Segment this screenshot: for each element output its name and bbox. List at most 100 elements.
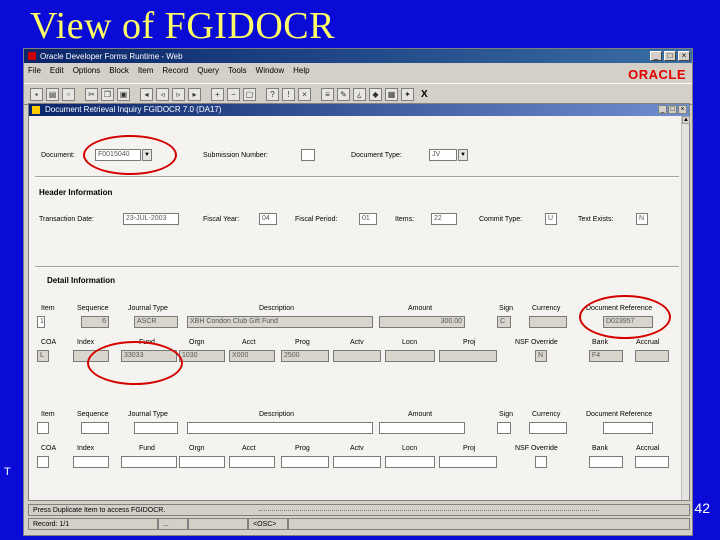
currency-field-2[interactable] xyxy=(529,422,567,434)
accrual-field[interactable] xyxy=(635,350,669,362)
form-maximize-button[interactable]: □ xyxy=(668,105,677,114)
document-type-dropdown-icon[interactable]: ▼ xyxy=(458,149,468,161)
col-proj-2: Proj xyxy=(463,445,476,452)
sequence-field-2[interactable] xyxy=(81,422,109,434)
next-record-icon[interactable]: ▹ xyxy=(172,87,185,101)
description-field-2[interactable] xyxy=(187,422,373,434)
window-title: Oracle Developer Forms Runtime - Web xyxy=(40,51,183,61)
item-field[interactable]: 1 xyxy=(37,316,45,328)
journal-type-field[interactable]: ASCR xyxy=(134,316,178,328)
menu-bar: File Edit Options Block Item Record Quer… xyxy=(24,63,692,82)
menu-block[interactable]: Block xyxy=(109,66,129,75)
minimize-button[interactable]: _ xyxy=(650,51,662,61)
oracle-app-icon xyxy=(28,52,36,60)
paste-icon[interactable]: ▣ xyxy=(117,87,130,101)
amount-field[interactable]: 300.00 xyxy=(379,316,465,328)
options-icon[interactable]: ◆ xyxy=(369,87,382,101)
index-field-2[interactable] xyxy=(73,456,109,468)
proj-field[interactable] xyxy=(439,350,497,362)
scroll-up-icon[interactable]: ▲ xyxy=(682,116,690,124)
submission-number-field[interactable] xyxy=(301,149,315,161)
previous-block-icon[interactable]: ◂ xyxy=(140,87,153,101)
form-minimize-button[interactable]: _ xyxy=(658,105,667,114)
actv-field[interactable] xyxy=(333,350,381,362)
copy-icon[interactable]: ❐ xyxy=(101,87,114,101)
currency-field[interactable] xyxy=(529,316,567,328)
next-block-icon[interactable]: ▸ xyxy=(188,87,201,101)
menu-options[interactable]: Options xyxy=(73,66,101,75)
col-prog-2: Prog xyxy=(295,445,310,452)
col-journal-type: Journal Type xyxy=(128,305,168,312)
commit-type-field[interactable]: U xyxy=(545,213,557,225)
form-titlebar[interactable]: Document Retrieval Inquiry FGIDOCR 7.0 (… xyxy=(29,104,689,116)
acct-field[interactable]: X000 xyxy=(229,350,275,362)
description-field[interactable]: XBH Condon Club Gift Fund xyxy=(187,316,373,328)
col-proj: Proj xyxy=(463,339,476,346)
items-field[interactable]: 22 xyxy=(431,213,457,225)
sign-field-2[interactable] xyxy=(497,422,511,434)
execute-query-icon[interactable]: ! xyxy=(282,87,295,101)
document-type-field[interactable]: JV xyxy=(429,149,457,161)
col-amount: Amount xyxy=(408,305,433,312)
prog-field-2[interactable] xyxy=(281,456,329,468)
locn-field[interactable] xyxy=(385,350,435,362)
clear-record-icon[interactable]: ▢ xyxy=(243,87,256,101)
nsf-override-field[interactable]: N xyxy=(535,350,547,362)
menu-help[interactable]: Help xyxy=(293,66,309,75)
save-icon[interactable]: ▪ xyxy=(30,87,43,101)
accrual-field-2[interactable] xyxy=(635,456,669,468)
edit-icon[interactable]: ✎ xyxy=(337,87,350,101)
fund-field-2[interactable] xyxy=(121,456,177,468)
close-form-icon[interactable]: X xyxy=(421,89,428,100)
text-exists-field[interactable]: N xyxy=(636,213,648,225)
proj-field-2[interactable] xyxy=(439,456,497,468)
cut-icon[interactable]: ✂ xyxy=(85,87,98,101)
menu-query[interactable]: Query xyxy=(197,66,219,75)
menu-item[interactable]: Item xyxy=(138,66,154,75)
amount-field-2[interactable] xyxy=(379,422,465,434)
bank-field[interactable]: F4 xyxy=(589,350,623,362)
help-icon[interactable]: ¿ xyxy=(353,87,366,101)
record-indicator: Record: 1/1 xyxy=(28,518,158,530)
cancel-query-icon[interactable]: × xyxy=(298,87,311,101)
coa-field-2[interactable] xyxy=(37,456,49,468)
header-information-heading: Header Information xyxy=(39,188,113,197)
col-bank-2: Bank xyxy=(592,445,608,452)
form-close-button[interactable]: × xyxy=(678,105,687,114)
acct-field-2[interactable] xyxy=(229,456,275,468)
nsf-override-field-2[interactable] xyxy=(535,456,547,468)
fiscal-period-field[interactable]: 01 xyxy=(359,213,377,225)
menu-window[interactable]: Window xyxy=(256,66,284,75)
tools-icon[interactable]: ✦ xyxy=(401,87,414,101)
sign-field[interactable]: C xyxy=(497,316,511,328)
locn-field-2[interactable] xyxy=(385,456,435,468)
menu-edit[interactable]: Edit xyxy=(50,66,64,75)
fiscal-year-field[interactable]: 04 xyxy=(259,213,277,225)
list-icon[interactable]: ≡ xyxy=(321,87,334,101)
menu-tools[interactable]: Tools xyxy=(228,66,247,75)
item-field-2[interactable] xyxy=(37,422,49,434)
calendar-icon[interactable]: ▦ xyxy=(385,87,398,101)
document-reference-field-2[interactable] xyxy=(603,422,653,434)
orgn-field-2[interactable] xyxy=(179,456,225,468)
close-button[interactable]: × xyxy=(678,51,690,61)
previous-record-icon[interactable]: ◃ xyxy=(156,87,169,101)
form-vertical-scrollbar[interactable]: ▲ xyxy=(681,116,690,500)
remove-record-icon[interactable]: − xyxy=(227,87,240,101)
insert-record-icon[interactable]: + xyxy=(211,87,224,101)
menu-file[interactable]: File xyxy=(28,66,41,75)
bank-field-2[interactable] xyxy=(589,456,623,468)
sequence-field[interactable]: 6 xyxy=(81,316,109,328)
transaction-date-field[interactable]: 23-JUL-2003 xyxy=(123,213,179,225)
exit-icon[interactable]: ▫ xyxy=(62,87,75,101)
journal-type-field-2[interactable] xyxy=(134,422,178,434)
coa-field[interactable]: L xyxy=(37,350,49,362)
maximize-button[interactable]: □ xyxy=(664,51,676,61)
orgn-field[interactable]: 1030 xyxy=(179,350,225,362)
menu-record[interactable]: Record xyxy=(162,66,188,75)
window-titlebar[interactable]: Oracle Developer Forms Runtime - Web _ □… xyxy=(24,49,692,63)
enter-query-icon[interactable]: ? xyxy=(266,87,279,101)
print-icon[interactable]: ▤ xyxy=(46,87,59,101)
actv-field-2[interactable] xyxy=(333,456,381,468)
prog-field[interactable]: 2500 xyxy=(281,350,329,362)
